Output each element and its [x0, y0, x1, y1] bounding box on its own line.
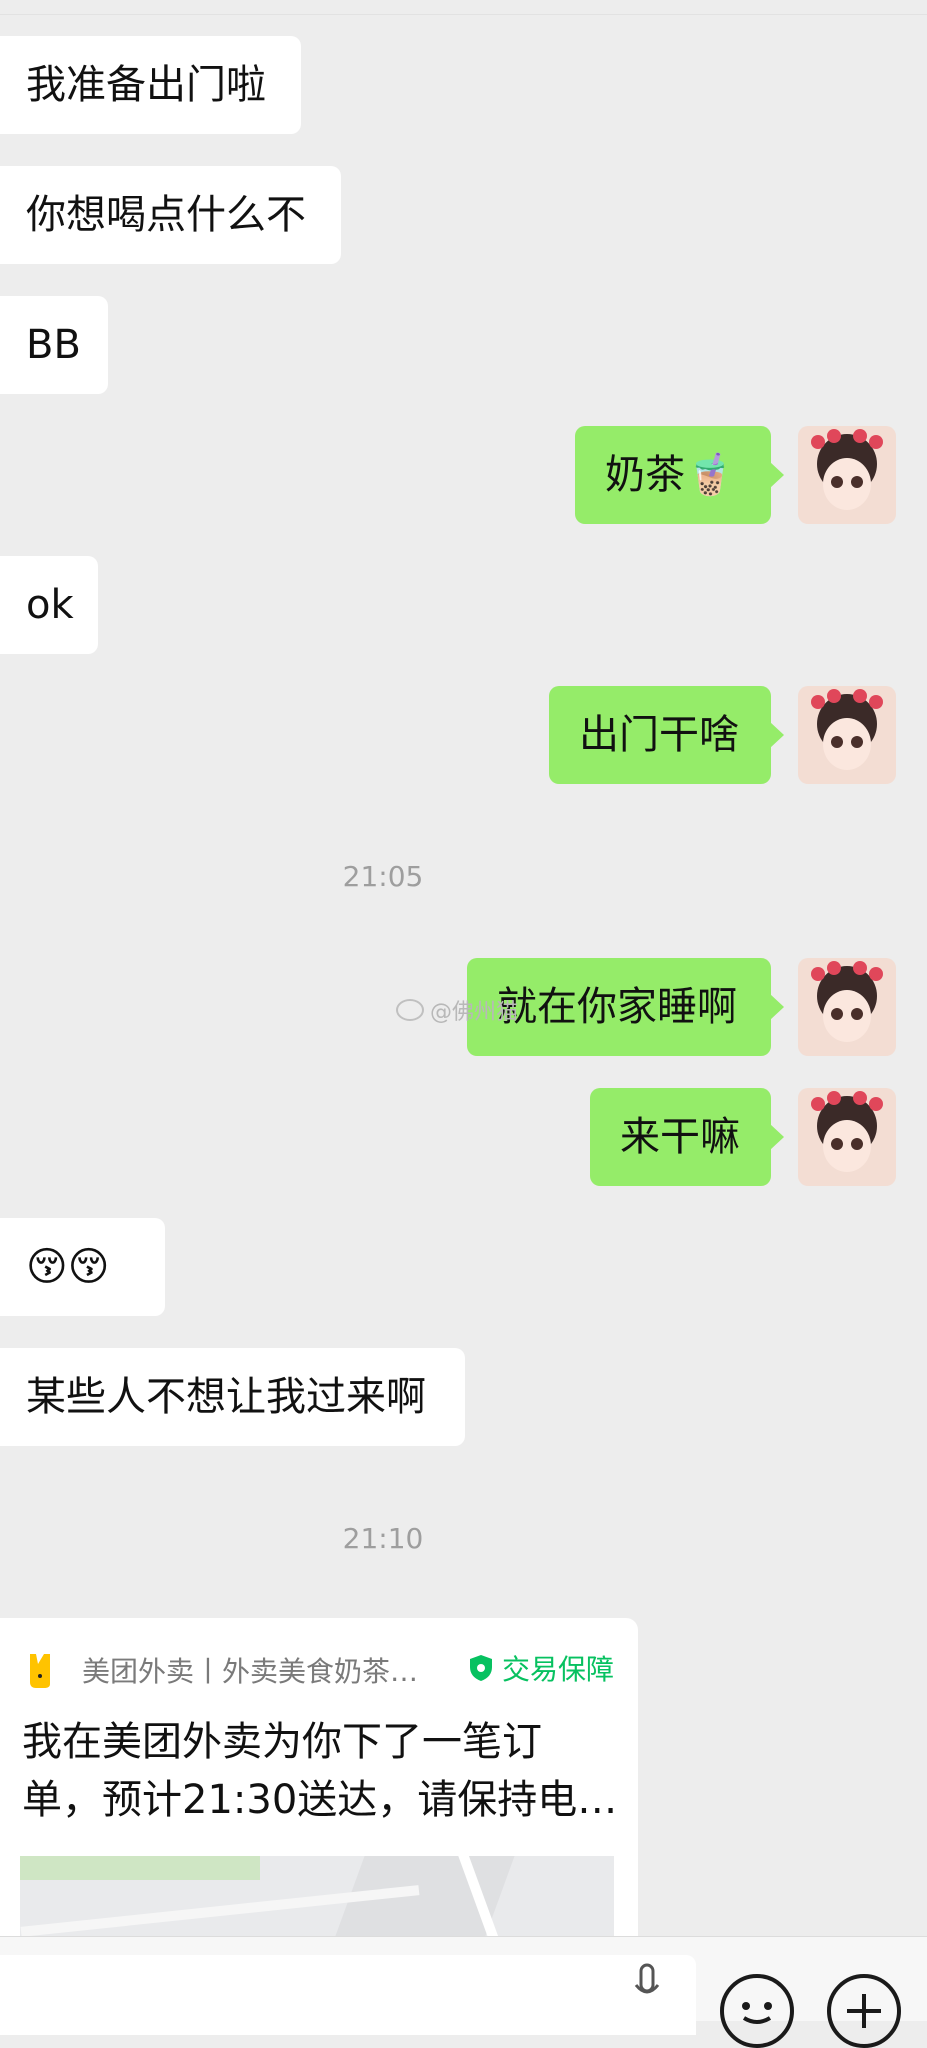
message-input[interactable]: [0, 1955, 696, 2035]
card-body-line2: 单，预计21:30送达，请保持电…: [22, 1777, 618, 1823]
timestamp: 21:05: [342, 860, 424, 893]
incoming-message[interactable]: ok: [0, 556, 98, 654]
outgoing-message[interactable]: 奶茶🧋: [575, 426, 784, 524]
incoming-message[interactable]: 我准备出门啦: [0, 36, 301, 134]
incoming-message[interactable]: 某些人不想让我过来啊: [0, 1348, 465, 1446]
order-card[interactable]: 美团外卖丨外卖美食奶茶… 交易保障 我在美团外卖为你下了一笔订 单，预计21:3…: [0, 1618, 638, 1938]
timestamp: 21:10: [342, 1522, 424, 1555]
message-text: 就在你家睡啊: [497, 984, 737, 1030]
top-divider: [0, 14, 927, 15]
watermark: @佛州猫: [396, 994, 518, 1026]
message-text: 某些人不想让我过来啊: [26, 1374, 426, 1420]
outgoing-message[interactable]: 出门干啥: [549, 686, 784, 784]
incoming-message[interactable]: BB: [0, 296, 108, 394]
message-text: 出门干啥: [579, 712, 739, 758]
incoming-message[interactable]: 😚😚: [0, 1218, 165, 1316]
message-text: 奶茶🧋: [605, 452, 735, 498]
avatar[interactable]: [798, 1088, 896, 1186]
avatar[interactable]: [798, 686, 896, 784]
avatar[interactable]: [798, 426, 896, 524]
trade-guarantee-badge: 交易保障: [468, 1648, 614, 1688]
shield-icon: [468, 1654, 494, 1682]
message-text: 来干嘛: [620, 1114, 740, 1160]
badge-label: 交易保障: [502, 1653, 615, 1686]
voice-icon[interactable]: [634, 1963, 660, 2007]
card-source: 美团外卖丨外卖美食奶茶…: [82, 1655, 419, 1688]
watermark-text: @佛州猫: [430, 1000, 519, 1025]
message-text: ok: [26, 582, 74, 628]
outgoing-message[interactable]: 来干嘛: [590, 1088, 784, 1186]
emoji-icon[interactable]: [720, 1974, 794, 2048]
meituan-logo-icon: [26, 1650, 60, 1690]
message-text: 你想喝点什么不: [26, 192, 306, 238]
avatar[interactable]: [798, 958, 896, 1056]
incoming-message[interactable]: 你想喝点什么不: [0, 166, 341, 264]
card-map-preview: [20, 1856, 614, 1938]
message-text: 😚😚: [26, 1244, 110, 1290]
message-text: BB: [26, 322, 81, 368]
message-text: 我准备出门啦: [26, 62, 266, 108]
weibo-icon: [396, 999, 424, 1021]
card-body-line1: 我在美团外卖为你下了一笔订: [22, 1719, 542, 1765]
plus-icon[interactable]: [827, 1974, 901, 2048]
